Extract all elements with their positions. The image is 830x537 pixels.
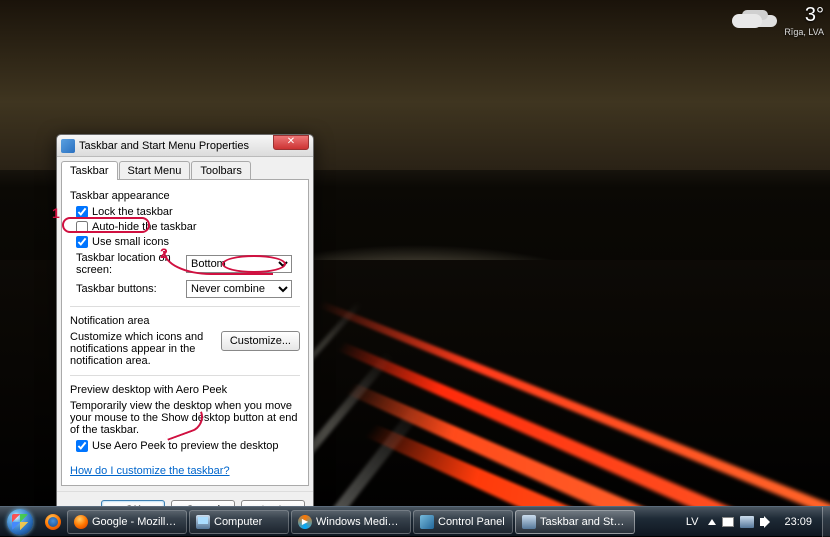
firefox-icon bbox=[74, 515, 88, 529]
tab-strip: Taskbar Start Menu Toolbars bbox=[57, 157, 313, 180]
network-icon[interactable] bbox=[740, 516, 754, 528]
clock[interactable]: 23:09 bbox=[778, 516, 818, 528]
notification-row: Customize which icons and notifications … bbox=[70, 331, 300, 367]
firefox-icon bbox=[45, 514, 61, 530]
weather-location: Rīga, LVA bbox=[726, 27, 824, 37]
properties-icon bbox=[522, 515, 536, 529]
taskbar: Google - Mozilla Fire... Computer Window… bbox=[0, 506, 830, 536]
windows-orb-icon bbox=[7, 509, 33, 535]
pinned-firefox[interactable] bbox=[42, 511, 64, 533]
wmp-icon bbox=[298, 515, 312, 529]
buttons-label: Taskbar buttons: bbox=[76, 283, 186, 295]
system-tray: LV 23:09 bbox=[678, 507, 822, 536]
show-desktop-button[interactable] bbox=[822, 507, 830, 537]
close-button[interactable]: ✕ bbox=[273, 135, 309, 150]
language-indicator[interactable]: LV bbox=[682, 516, 703, 528]
group-appearance: Taskbar appearance bbox=[70, 190, 300, 202]
aero-peek-checkbox[interactable] bbox=[76, 440, 88, 452]
task-control-panel[interactable]: Control Panel bbox=[413, 510, 513, 534]
separator bbox=[70, 375, 300, 376]
tab-toolbars[interactable]: Toolbars bbox=[191, 161, 251, 180]
peek-text: Temporarily view the desktop when you mo… bbox=[70, 400, 300, 436]
separator bbox=[70, 306, 300, 307]
cloud-icon bbox=[728, 8, 776, 28]
titlebar[interactable]: Taskbar and Start Menu Properties ✕ bbox=[57, 135, 313, 157]
lock-taskbar-option[interactable]: Lock the taskbar bbox=[76, 206, 300, 218]
location-row: Taskbar location on screen: Bottom bbox=[76, 252, 300, 276]
task-firefox[interactable]: Google - Mozilla Fire... bbox=[67, 510, 187, 534]
buttons-row: Taskbar buttons: Never combine bbox=[76, 280, 300, 298]
buttons-select[interactable]: Never combine bbox=[186, 280, 292, 298]
autohide-checkbox[interactable] bbox=[76, 221, 88, 233]
group-peek: Preview desktop with Aero Peek bbox=[70, 384, 300, 396]
start-button[interactable] bbox=[0, 507, 40, 537]
customize-button[interactable]: Customize... bbox=[221, 331, 300, 351]
location-select[interactable]: Bottom bbox=[186, 255, 292, 273]
location-label: Taskbar location on screen: bbox=[76, 252, 186, 276]
volume-icon[interactable] bbox=[760, 516, 772, 528]
aero-peek-option[interactable]: Use Aero Peek to preview the desktop bbox=[76, 440, 300, 452]
weather-gadget[interactable]: 3° Rīga, LVA bbox=[726, 4, 824, 44]
help-link[interactable]: How do I customize the taskbar? bbox=[70, 465, 230, 477]
task-computer[interactable]: Computer bbox=[189, 510, 289, 534]
taskbar-properties-dialog: Taskbar and Start Menu Properties ✕ Task… bbox=[56, 134, 314, 529]
control-panel-icon bbox=[420, 515, 434, 529]
dialog-title: Taskbar and Start Menu Properties bbox=[79, 140, 273, 152]
notification-text: Customize which icons and notifications … bbox=[70, 331, 215, 367]
autohide-option[interactable]: Auto-hide the taskbar bbox=[76, 221, 300, 233]
tab-content: Taskbar appearance Lock the taskbar Auto… bbox=[61, 179, 309, 486]
flag-icon[interactable] bbox=[722, 517, 734, 527]
small-icons-option[interactable]: Use small icons bbox=[76, 236, 300, 248]
tab-start-menu[interactable]: Start Menu bbox=[119, 161, 191, 180]
task-properties[interactable]: Taskbar and Start Me... bbox=[515, 510, 635, 534]
lock-taskbar-checkbox[interactable] bbox=[76, 206, 88, 218]
group-notification: Notification area bbox=[70, 315, 300, 327]
tab-taskbar[interactable]: Taskbar bbox=[61, 161, 118, 180]
dialog-icon bbox=[61, 139, 75, 153]
computer-icon bbox=[196, 515, 210, 529]
tray-overflow-icon[interactable] bbox=[708, 519, 716, 525]
small-icons-checkbox[interactable] bbox=[76, 236, 88, 248]
task-wmp[interactable]: Windows Media Player bbox=[291, 510, 411, 534]
